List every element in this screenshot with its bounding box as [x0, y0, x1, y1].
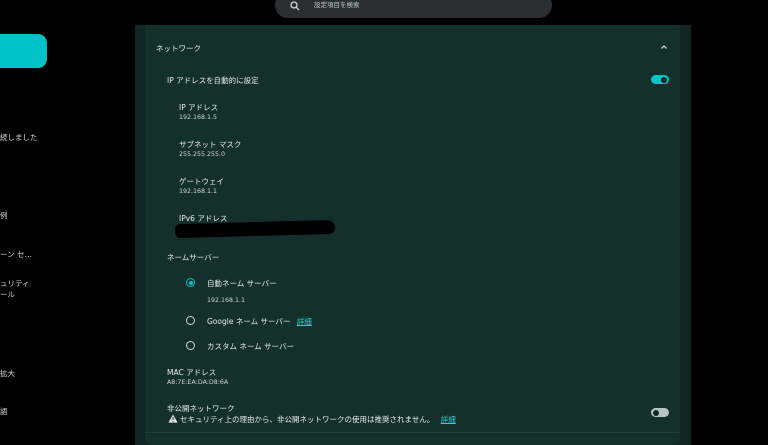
ip-address-label: IP アドレス: [179, 103, 219, 112]
auto-ip-toggle[interactable]: [651, 75, 669, 84]
mac-label: MAC アドレス: [167, 368, 217, 377]
search-icon: [290, 1, 300, 11]
hidden-network-warning-row: セキュリティ上の理由から、非公開ネットワークの使用は推奨されません。 詳細: [180, 414, 456, 425]
radio-google-name-server[interactable]: [186, 316, 195, 325]
radio-auto-name-server[interactable]: [186, 278, 195, 287]
gateway-value: 192.168.1.1: [179, 188, 218, 195]
right-margin: [691, 0, 768, 445]
google-name-server-row[interactable]: Google ネーム サーバー 詳細: [207, 316, 312, 327]
sidebar-item-label[interactable]: 例: [0, 210, 8, 221]
toggle-knob: [653, 409, 659, 416]
divider: [145, 432, 680, 433]
ip-address-value: 192.168.1.5: [179, 114, 218, 121]
google-name-server-label[interactable]: Google ネーム サーバー: [207, 317, 290, 326]
section-title: ネットワーク: [156, 44, 201, 53]
gateway-label: ゲートウェイ: [179, 177, 224, 186]
chevron-up-icon[interactable]: [660, 43, 668, 51]
hidden-network-label: 非公開ネットワーク: [167, 404, 235, 413]
sidebar-item-label[interactable]: 続しました: [0, 132, 38, 143]
sidebar-item-label[interactable]: ュリティ: [0, 278, 30, 289]
mac-value: A8:7E:EA:DA:D8:6A: [167, 379, 229, 386]
subnet-mask-value: 255.255.255.0: [179, 151, 226, 158]
custom-name-server-label[interactable]: カスタム ネーム サーバー: [207, 341, 294, 352]
auto-ip-label: IP アドレスを自動的に設定: [167, 76, 259, 85]
radio-custom-name-server[interactable]: [186, 341, 195, 350]
hidden-network-details-link[interactable]: 詳細: [441, 415, 456, 424]
sidebar: 続しました 例 ーン セ… ュリティ ール 拡大 語: [0, 0, 135, 445]
auto-name-server-label[interactable]: 自動ネーム サーバー: [207, 278, 277, 289]
hidden-network-toggle[interactable]: [651, 408, 669, 417]
redaction-mark: [174, 219, 336, 239]
subnet-mask-label: サブネット マスク: [179, 140, 242, 149]
sidebar-item-label[interactable]: 拡大: [0, 368, 15, 379]
sidebar-active-item[interactable]: [0, 34, 47, 68]
toggle-knob: [661, 76, 667, 83]
sidebar-item-label[interactable]: ーン セ…: [0, 249, 32, 260]
name-server-label: ネームサーバー: [167, 253, 220, 262]
search-input[interactable]: 設定項目を検索: [314, 0, 360, 9]
network-card: ネットワーク IP アドレスを自動的に設定 IP アドレス 192.168.1.…: [145, 25, 680, 445]
sidebar-item-label[interactable]: 語: [0, 406, 8, 417]
warning-icon: [168, 414, 178, 423]
auto-name-server-value: 192.168.1.1: [207, 297, 246, 304]
settings-panel: ネットワーク IP アドレスを自動的に設定 IP アドレス 192.168.1.…: [135, 25, 691, 445]
google-details-link[interactable]: 詳細: [297, 317, 312, 326]
hidden-network-warning: セキュリティ上の理由から、非公開ネットワークの使用は推奨されません。: [180, 415, 435, 424]
sidebar-item-label[interactable]: ール: [0, 289, 15, 300]
search-bar[interactable]: 設定項目を検索: [275, 0, 552, 18]
